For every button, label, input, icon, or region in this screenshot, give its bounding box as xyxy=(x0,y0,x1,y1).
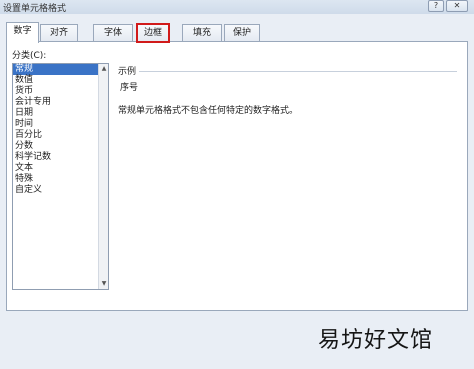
watermark-text: 易坊好文馆 xyxy=(318,328,434,353)
sample-preview: 序号 xyxy=(118,80,457,96)
category-item-accounting[interactable]: 会计专用 xyxy=(13,97,99,108)
category-item-date[interactable]: 日期 xyxy=(13,108,99,119)
tab-protection[interactable]: 保护 xyxy=(224,24,260,42)
category-item-special[interactable]: 特殊 xyxy=(13,174,99,185)
tab-fill[interactable]: 填充 xyxy=(182,24,222,42)
tab-alignment[interactable]: 对齐 xyxy=(40,24,78,42)
category-item-text[interactable]: 文本 xyxy=(13,163,99,174)
category-item-custom[interactable]: 自定义 xyxy=(13,185,99,196)
title-bar: 设置单元格格式 ? ✕ xyxy=(0,0,474,14)
sample-group-label: 示例 xyxy=(118,64,140,77)
tab-border[interactable]: 边框 xyxy=(136,23,170,43)
format-description: 常规单元格格式不包含任何特定的数字格式。 xyxy=(118,106,299,116)
scroll-up-icon[interactable]: ▲ xyxy=(99,64,109,74)
close-button[interactable]: ✕ xyxy=(446,0,468,12)
category-item-fraction[interactable]: 分数 xyxy=(13,141,99,152)
scroll-down-icon[interactable]: ▼ xyxy=(99,279,109,289)
tab-number[interactable]: 数字 xyxy=(6,22,39,43)
category-item-number[interactable]: 数值 xyxy=(13,75,99,86)
category-item-general[interactable]: 常规 xyxy=(13,64,99,75)
tab-font[interactable]: 字体 xyxy=(93,24,133,42)
help-button[interactable]: ? xyxy=(428,0,444,12)
category-scrollbar[interactable]: ▲ ▼ xyxy=(98,64,108,289)
category-item-time[interactable]: 时间 xyxy=(13,119,99,130)
sample-group-divider xyxy=(118,71,457,72)
category-listbox[interactable]: 常规 数值 货币 会计专用 日期 时间 百分比 分数 科学记数 文本 特殊 自定… xyxy=(12,63,109,290)
category-label: 分类(C): xyxy=(12,51,47,61)
dialog-title: 设置单元格格式 xyxy=(3,4,67,14)
category-item-percentage[interactable]: 百分比 xyxy=(13,130,99,141)
category-item-currency[interactable]: 货币 xyxy=(13,86,99,97)
category-item-scientific[interactable]: 科学记数 xyxy=(13,152,99,163)
